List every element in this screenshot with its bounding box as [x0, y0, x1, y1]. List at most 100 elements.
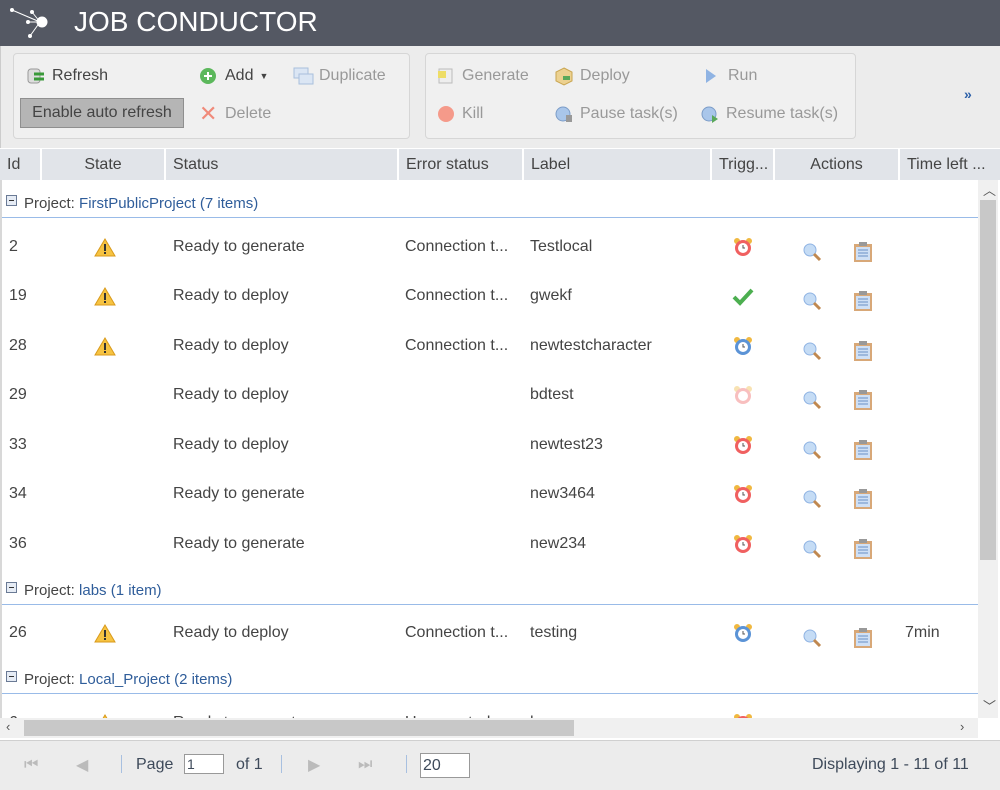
- table-row[interactable]: 2 Ready to generate Connection t... Testloc…: [2, 222, 978, 271]
- view-details-icon[interactable]: [802, 609, 826, 658]
- more-toolbar-button[interactable]: »: [964, 86, 972, 102]
- grid-header: Id State Status Error status Label Trigg…: [0, 148, 1000, 181]
- cell-id: 6: [9, 698, 44, 719]
- view-details-icon[interactable]: [802, 698, 826, 718]
- generate-button[interactable]: Generate: [436, 66, 529, 86]
- cell-time-left: [905, 420, 975, 469]
- view-log-icon[interactable]: [853, 222, 877, 271]
- column-header-state[interactable]: State: [42, 149, 166, 181]
- cell-status: Ready to deploy: [173, 287, 289, 304]
- view-details-icon[interactable]: [802, 470, 826, 519]
- table-row[interactable]: 29 Ready to deploy bdtest: [2, 371, 978, 420]
- run-button[interactable]: Run: [702, 66, 757, 86]
- refresh-button[interactable]: Refresh: [26, 66, 108, 86]
- prev-page-icon[interactable]: ◀: [76, 753, 88, 777]
- view-details-icon[interactable]: [802, 371, 826, 420]
- pause-tasks-button[interactable]: Pause task(s): [554, 104, 678, 124]
- resume-tasks-label: Resume task(s): [726, 105, 839, 122]
- cell-status: Ready to generate: [173, 698, 398, 719]
- table-row[interactable]: 26 Ready to deploy Connection t... testing 7…: [2, 609, 978, 658]
- duplicate-icon: [293, 66, 314, 86]
- column-header-id[interactable]: Id: [0, 149, 42, 181]
- view-log-icon[interactable]: [853, 519, 877, 568]
- alarm-clock-icon[interactable]: [732, 470, 762, 519]
- cell-error-status: [405, 420, 523, 469]
- column-header-status[interactable]: Status: [166, 149, 399, 181]
- alarm-clock-icon[interactable]: [732, 609, 762, 658]
- horizontal-scroll-thumb[interactable]: [24, 720, 574, 736]
- table-row[interactable]: 33 Ready to deploy newtest23: [2, 420, 978, 469]
- table-row[interactable]: 6 Ready to generate Unexpected e... hg: [2, 698, 978, 718]
- column-header-time-left[interactable]: Time left ...: [900, 149, 1000, 181]
- alarm-clock-icon[interactable]: [732, 698, 762, 718]
- group-header[interactable]: Project: labs (1 item): [2, 577, 978, 605]
- view-details-icon[interactable]: [802, 519, 826, 568]
- generate-label: Generate: [462, 67, 529, 84]
- vertical-scrollbar[interactable]: ︿ ﹀: [978, 180, 998, 718]
- resume-alarm-icon: [700, 104, 720, 124]
- alarm-clock-icon[interactable]: [732, 371, 762, 420]
- cell-id: 28: [9, 336, 27, 354]
- check-icon[interactable]: [732, 272, 762, 321]
- kill-label: Kill: [462, 105, 484, 122]
- delete-button[interactable]: ✕ Delete: [199, 103, 271, 125]
- run-icon: [702, 66, 722, 86]
- displaying-count: Displaying 1 - 11 of 11: [812, 756, 969, 773]
- view-details-icon[interactable]: [802, 222, 826, 271]
- cell-label: newtest23: [530, 435, 603, 453]
- view-details-icon[interactable]: [802, 272, 826, 321]
- resume-tasks-button[interactable]: Resume task(s): [700, 104, 838, 124]
- page-number-input[interactable]: [184, 754, 224, 774]
- table-row[interactable]: 36 Ready to generate new234: [2, 519, 978, 568]
- vertical-scroll-thumb[interactable]: [980, 200, 996, 560]
- column-header-actions[interactable]: Actions: [775, 149, 900, 181]
- cell-time-left: [905, 371, 975, 420]
- alarm-clock-icon[interactable]: [732, 222, 762, 271]
- grid-body: Project: FirstPublicProject (7 items) 2 Re…: [0, 180, 978, 718]
- collapse-group-icon[interactable]: [6, 671, 17, 682]
- page-size-input[interactable]: [420, 753, 470, 778]
- group-header[interactable]: Project: Local_Project (2 items): [2, 666, 978, 694]
- alarm-clock-icon[interactable]: [732, 519, 762, 568]
- column-header-label[interactable]: Label: [524, 149, 712, 181]
- kill-button[interactable]: Kill: [436, 104, 483, 124]
- cell-time-left: [905, 470, 975, 519]
- collapse-group-icon[interactable]: [6, 581, 17, 593]
- cell-label: hg: [530, 698, 710, 719]
- view-log-icon[interactable]: [853, 420, 877, 469]
- view-log-icon[interactable]: [853, 321, 877, 370]
- table-row[interactable]: 19 Ready to deploy Connection t... gwekf: [2, 272, 978, 321]
- first-page-icon[interactable]: ⏮: [24, 753, 38, 777]
- table-row[interactable]: 28 Ready to deploy Connection t... newtestc…: [2, 321, 978, 370]
- column-header-error-status[interactable]: Error status: [399, 149, 524, 181]
- scroll-left-icon[interactable]: ‹: [6, 719, 10, 734]
- pagination-bar: ⏮ ◀ Page of 1 ▶ ⏭ Displaying 1 - 11 of 1…: [0, 740, 1000, 790]
- scroll-right-icon[interactable]: ›: [960, 719, 964, 734]
- cell-error-status: [405, 519, 523, 568]
- view-log-icon[interactable]: [853, 272, 877, 321]
- cell-status: Ready to deploy: [173, 435, 289, 453]
- collapse-group-icon[interactable]: [6, 195, 17, 206]
- alarm-clock-icon[interactable]: [732, 420, 762, 469]
- column-header-trigger[interactable]: Trigg...: [712, 149, 775, 181]
- deploy-button[interactable]: Deploy: [554, 66, 630, 86]
- duplicate-button[interactable]: Duplicate: [293, 66, 386, 86]
- view-log-icon[interactable]: [853, 698, 877, 718]
- last-page-icon[interactable]: ⏭: [358, 753, 372, 777]
- cell-id: 2: [9, 237, 18, 255]
- group-header[interactable]: Project: FirstPublicProject (7 items): [2, 190, 978, 218]
- scroll-down-icon[interactable]: ﹀: [983, 696, 996, 715]
- table-row[interactable]: 34 Ready to generate new3464: [2, 470, 978, 519]
- view-log-icon[interactable]: [853, 470, 877, 519]
- scroll-up-icon[interactable]: ︿: [983, 180, 996, 199]
- view-details-icon[interactable]: [802, 420, 826, 469]
- alarm-clock-icon[interactable]: [732, 321, 762, 370]
- group-prefix: Project:: [24, 195, 75, 212]
- next-page-icon[interactable]: ▶: [308, 753, 320, 777]
- view-details-icon[interactable]: [802, 321, 826, 370]
- horizontal-scrollbar[interactable]: ‹ ›: [0, 718, 978, 738]
- enable-auto-refresh-button[interactable]: Enable auto refresh: [20, 98, 184, 128]
- add-button[interactable]: Add ▼: [199, 66, 268, 86]
- view-log-icon[interactable]: [853, 371, 877, 420]
- view-log-icon[interactable]: [853, 609, 877, 658]
